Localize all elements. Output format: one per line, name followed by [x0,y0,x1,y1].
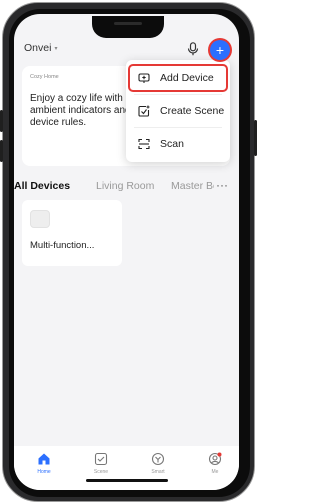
home-selector[interactable]: Onvei ▾ [24,42,57,54]
add-button[interactable]: + [210,40,230,60]
create-scene-icon [138,105,150,117]
room-tabs: All Devices Living Room Master Be ··· [14,178,239,196]
volume-down-button [0,140,3,162]
menu-item-add-device[interactable]: Add Device [128,64,228,92]
nav-label: Smart [151,469,165,475]
menu-item-scan[interactable]: Scan [130,132,226,156]
menu-divider [134,94,222,95]
nav-scene[interactable]: Scene [81,452,121,475]
nav-label: Me [211,469,219,475]
home-indicator [86,479,168,482]
menu-item-create-scene[interactable]: Create Scene [130,99,226,123]
scene-icon [94,452,108,466]
device-name: Multi-function... [30,240,95,251]
notch [92,16,164,38]
menu-item-label: Create Scene [160,105,225,117]
me-icon [208,452,222,466]
device-card[interactable]: Multi-function... [22,200,122,266]
microphone-icon[interactable] [187,42,199,56]
home-icon [38,453,50,465]
power-button [254,120,257,156]
menu-item-label: Add Device [160,72,214,84]
smart-icon [151,452,165,466]
chevron-down-icon: ▾ [54,45,58,52]
tab-living-room[interactable]: Living Room [96,180,154,192]
scan-icon [138,138,150,150]
menu-item-label: Scan [160,138,184,150]
device-thumbnail [30,210,50,228]
add-device-icon [138,73,150,83]
nav-home[interactable]: Home [24,452,64,475]
menu-divider [134,127,222,128]
nav-label: Scene [93,469,109,475]
nav-label: Home [37,469,51,475]
more-tabs-icon[interactable]: ··· [214,178,228,192]
tab-master-bedroom[interactable]: Master Be [171,180,219,192]
home-name: Onvei [24,42,52,54]
nav-me[interactable]: Me [195,452,235,475]
tab-all-devices[interactable]: All Devices [14,180,70,192]
app-screen: Onvei ▾ + Cozy Home Enjoy a cozy life wi… [14,14,239,490]
add-menu: Add Device Create Scene Scan [126,60,230,162]
volume-up-button [0,110,3,132]
speaker [114,22,142,25]
plus-icon: + [215,42,225,58]
bottom-nav: Home Scene Smart Me [14,446,239,490]
card-label: Cozy Home [30,74,59,80]
nav-smart[interactable]: Smart [138,452,178,475]
